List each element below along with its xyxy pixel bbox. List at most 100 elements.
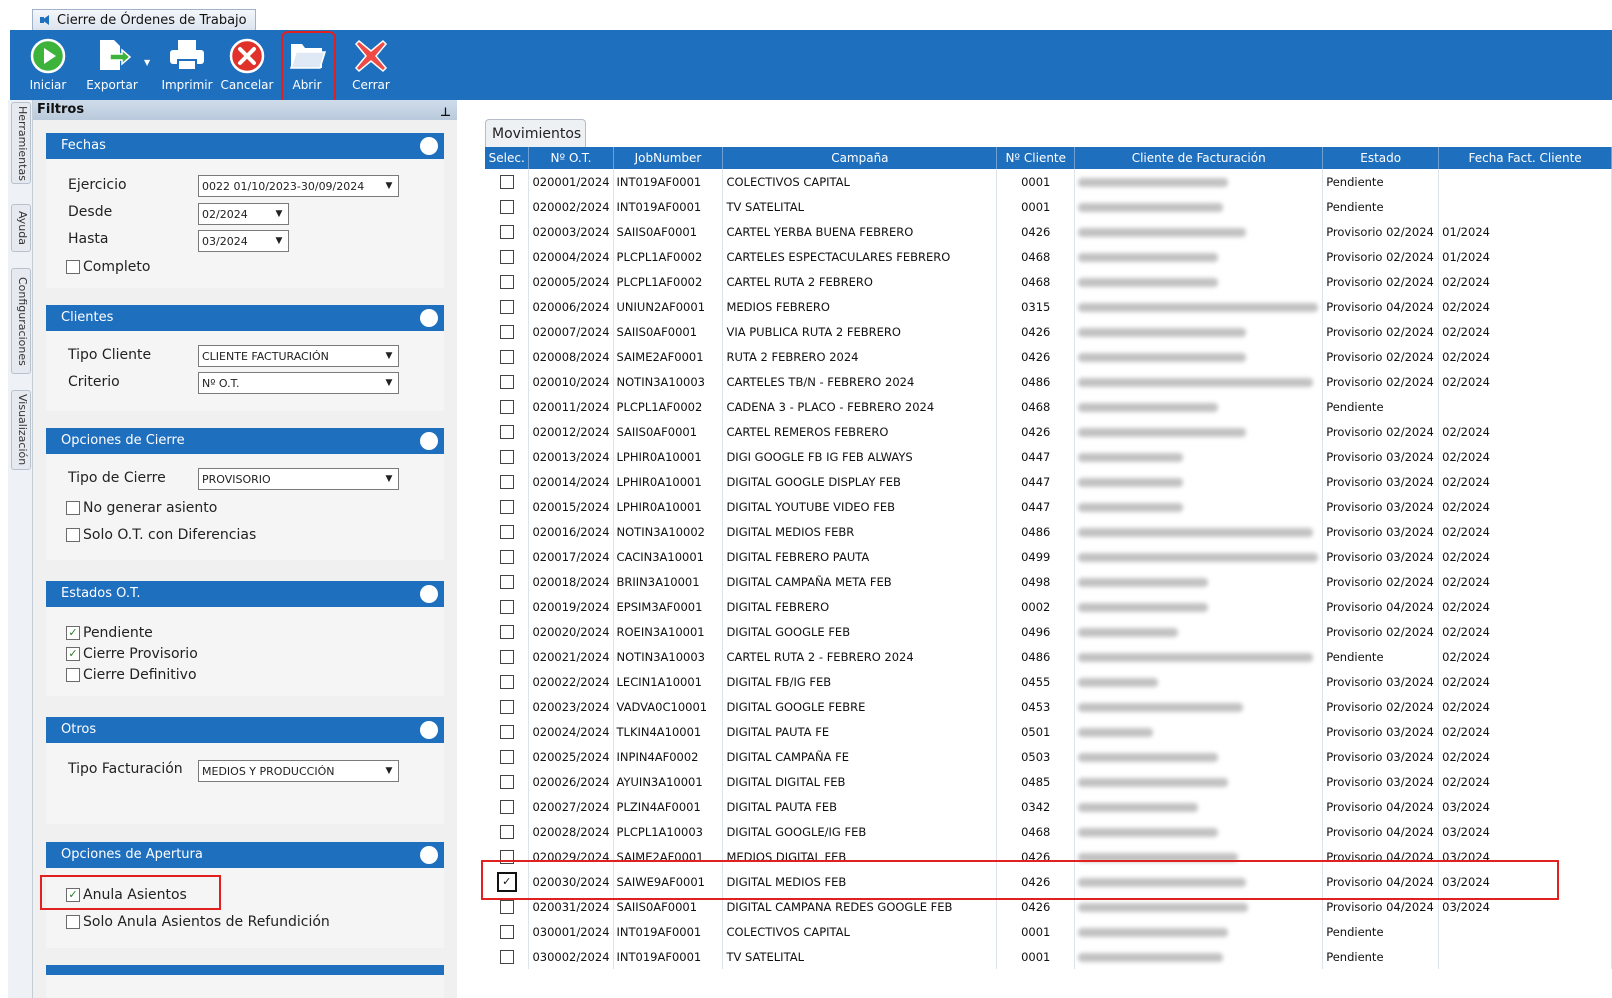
row-select-cell[interactable] bbox=[485, 619, 530, 644]
table-row[interactable]: 020022/2024 LECIN1A10001 DIGITAL FB/IG FEB… bbox=[485, 669, 1612, 694]
row-select-cell[interactable] bbox=[485, 569, 530, 594]
pendiente-checkbox[interactable]: ✓ Pendiente bbox=[66, 624, 153, 642]
table-row[interactable]: 020010/2024 NOTIN3A10003 CARTELES TB/N - F… bbox=[485, 369, 1612, 394]
table-row[interactable]: 020015/2024 LPHIR0A10001 DIGITAL YOUTUBE V… bbox=[485, 494, 1612, 519]
table-row[interactable]: 020027/2024 PLZIN4AF0001 DIGITAL PAUTA FEB… bbox=[485, 794, 1612, 819]
row-select-cell[interactable] bbox=[485, 169, 530, 194]
row-select-cell[interactable] bbox=[485, 294, 530, 319]
row-select-cell[interactable] bbox=[485, 719, 530, 744]
ejercicio-select[interactable]: 0022 01/10/2023-30/09/2024 ▼ bbox=[198, 175, 399, 197]
row-select-cell[interactable] bbox=[485, 794, 530, 819]
sidetab-visualizacion[interactable]: Visualización bbox=[11, 390, 31, 470]
collapse-icon[interactable] bbox=[420, 309, 438, 327]
collapse-icon[interactable] bbox=[420, 846, 438, 864]
cierre-definitivo-checkbox[interactable]: Cierre Definitivo bbox=[66, 666, 197, 684]
row-select-cell[interactable] bbox=[485, 594, 530, 619]
col-campana[interactable]: Campaña bbox=[722, 147, 998, 169]
row-select-cell[interactable] bbox=[485, 544, 530, 569]
col-estado[interactable]: Estado bbox=[1322, 147, 1440, 169]
table-row[interactable]: 020001/2024 INT019AF0001 COLECTIVOS CAPITA… bbox=[485, 169, 1612, 194]
sidetab-ayuda[interactable]: Ayuda bbox=[11, 204, 31, 252]
collapse-icon[interactable] bbox=[420, 432, 438, 450]
row-select-cell[interactable] bbox=[485, 694, 530, 719]
row-select-cell[interactable] bbox=[485, 269, 530, 294]
table-row[interactable]: 020023/2024 VADVA0C10001 DIGITAL GOOGLE FE… bbox=[485, 694, 1612, 719]
row-select-cell[interactable] bbox=[485, 944, 530, 969]
col-cliente-facturacion[interactable]: Cliente de Facturación bbox=[1074, 147, 1324, 169]
collapse-icon[interactable] bbox=[420, 585, 438, 603]
document-tab[interactable]: Cierre de Órdenes de Trabajo bbox=[32, 9, 256, 31]
completo-checkbox[interactable]: Completo bbox=[66, 258, 150, 276]
solo-ot-diferencias-checkbox[interactable]: Solo O.T. con Diferencias bbox=[66, 526, 256, 544]
row-select-cell[interactable] bbox=[485, 744, 530, 769]
table-row[interactable]: 020024/2024 TLKIN4A10001 DIGITAL PAUTA FE 0… bbox=[485, 719, 1612, 744]
col-fecha-fact[interactable]: Fecha Fact. Cliente bbox=[1438, 147, 1612, 169]
iniciar-button[interactable]: Iniciar bbox=[26, 32, 70, 96]
row-select-cell[interactable] bbox=[485, 819, 530, 844]
row-select-cell[interactable] bbox=[485, 669, 530, 694]
pin-icon[interactable]: ⊥ bbox=[440, 102, 451, 122]
row-select-cell[interactable] bbox=[485, 319, 530, 344]
tipo-cliente-select[interactable]: CLIENTE FACTURACIÓN ▼ bbox=[198, 345, 399, 367]
collapse-icon[interactable] bbox=[420, 137, 438, 155]
cancelar-button[interactable]: Cancelar bbox=[220, 32, 274, 96]
table-row[interactable]: 020019/2024 EPSIM3AF0001 DIGITAL FEBRERO 00… bbox=[485, 594, 1612, 619]
row-select-cell[interactable] bbox=[485, 494, 530, 519]
row-select-cell[interactable] bbox=[485, 344, 530, 369]
table-row[interactable]: 020007/2024 SAIIS0AF0001 VIA PUBLICA RUTA … bbox=[485, 319, 1612, 344]
exportar-dropdown[interactable]: ▼ bbox=[142, 32, 154, 96]
criterio-select[interactable]: Nº O.T. ▼ bbox=[198, 372, 399, 394]
sidetab-herramientas[interactable]: Herramientas bbox=[11, 102, 31, 184]
table-row[interactable]: 020013/2024 LPHIR0A10001 DIGI GOOGLE FB IG… bbox=[485, 444, 1612, 469]
table-row[interactable]: 020016/2024 NOTIN3A10002 DIGITAL MEDIOS FE… bbox=[485, 519, 1612, 544]
row-select-cell[interactable] bbox=[485, 194, 530, 219]
tipo-cierre-select[interactable]: PROVISORIO ▼ bbox=[198, 468, 399, 490]
selected-row-highlight bbox=[481, 860, 1559, 900]
table-row[interactable]: 020017/2024 CACIN3A10001 DIGITAL FEBRERO P… bbox=[485, 544, 1612, 569]
row-select-cell[interactable] bbox=[485, 769, 530, 794]
col-jobnumber[interactable]: JobNumber bbox=[613, 147, 724, 169]
row-select-cell[interactable] bbox=[485, 419, 530, 444]
row-select-cell[interactable] bbox=[485, 519, 530, 544]
no-generar-asiento-checkbox[interactable]: No generar asiento bbox=[66, 499, 217, 517]
cerrar-button[interactable]: Cerrar bbox=[346, 32, 396, 96]
col-selec[interactable]: Selec. bbox=[485, 147, 530, 169]
row-select-cell[interactable] bbox=[485, 369, 530, 394]
row-select-cell[interactable] bbox=[485, 244, 530, 269]
table-row[interactable]: 020011/2024 PLCPL1AF0002 CADENA 3 - PLACO … bbox=[485, 394, 1612, 419]
table-row[interactable]: 030002/2024 INT019AF0001 TV SATELITAL 0001 P… bbox=[485, 944, 1612, 969]
desde-select[interactable]: 02/2024 ▼ bbox=[198, 203, 289, 225]
movimientos-tab[interactable]: Movimientos bbox=[485, 119, 586, 147]
exportar-button[interactable]: Exportar bbox=[84, 32, 140, 96]
row-select-cell[interactable] bbox=[485, 469, 530, 494]
table-row[interactable]: 020008/2024 SAIME2AF0001 RUTA 2 FEBRERO 20… bbox=[485, 344, 1612, 369]
table-row[interactable]: 020020/2024 ROEIN3A10001 DIGITAL GOOGLE FE… bbox=[485, 619, 1612, 644]
table-row[interactable]: 020021/2024 NOTIN3A10003 CARTEL RUTA 2 - F… bbox=[485, 644, 1612, 669]
table-row[interactable]: 020002/2024 INT019AF0001 TV SATELITAL 0001 P… bbox=[485, 194, 1612, 219]
table-row[interactable]: 020026/2024 AYUIN3A10001 DIGITAL DIGITAL F… bbox=[485, 769, 1612, 794]
table-row[interactable]: 020004/2024 PLCPL1AF0002 CARTELES ESPECTAC… bbox=[485, 244, 1612, 269]
table-row[interactable]: 020006/2024 UNIUN2AF0001 MEDIOS FEBRERO 031… bbox=[485, 294, 1612, 319]
solo-anula-refundicion-checkbox[interactable]: Solo Anula Asientos de Refundición bbox=[66, 913, 330, 931]
row-select-cell[interactable] bbox=[485, 919, 530, 944]
imprimir-button[interactable]: Imprimir bbox=[160, 32, 214, 96]
row-select-cell[interactable] bbox=[485, 219, 530, 244]
table-row[interactable]: 020014/2024 LPHIR0A10001 DIGITAL GOOGLE DI… bbox=[485, 469, 1612, 494]
tipo-facturacion-select[interactable]: MEDIOS Y PRODUCCIÓN ▼ bbox=[198, 760, 399, 782]
table-row[interactable]: 020028/2024 PLCPL1A10003 DIGITAL GOOGLE/IG… bbox=[485, 819, 1612, 844]
table-row[interactable]: 030001/2024 INT019AF0001 COLECTIVOS CAPITA… bbox=[485, 919, 1612, 944]
row-select-cell[interactable] bbox=[485, 644, 530, 669]
col-nro-cliente[interactable]: Nº Cliente bbox=[996, 147, 1076, 169]
table-row[interactable]: 020025/2024 INPIN4AF0002 DIGITAL CAMPAÑA F… bbox=[485, 744, 1612, 769]
row-select-cell[interactable] bbox=[485, 394, 530, 419]
col-nro-ot[interactable]: Nº O.T. bbox=[528, 147, 614, 169]
sidetab-configuraciones[interactable]: Configuraciones bbox=[11, 268, 31, 374]
cierre-provisorio-checkbox[interactable]: ✓ Cierre Provisorio bbox=[66, 645, 198, 663]
hasta-select[interactable]: 03/2024 ▼ bbox=[198, 230, 289, 252]
table-row[interactable]: 020012/2024 SAIIS0AF0001 CARTEL REMEROS FE… bbox=[485, 419, 1612, 444]
collapse-icon[interactable] bbox=[420, 721, 438, 739]
table-row[interactable]: 020003/2024 SAIIS0AF0001 CARTEL YERBA BUEN… bbox=[485, 219, 1612, 244]
table-row[interactable]: 020005/2024 PLCPL1AF0002 CARTEL RUTA 2 FEB… bbox=[485, 269, 1612, 294]
row-select-cell[interactable] bbox=[485, 444, 530, 469]
table-row[interactable]: 020018/2024 BRIIN3A10001 DIGITAL CAMPAÑA M… bbox=[485, 569, 1612, 594]
